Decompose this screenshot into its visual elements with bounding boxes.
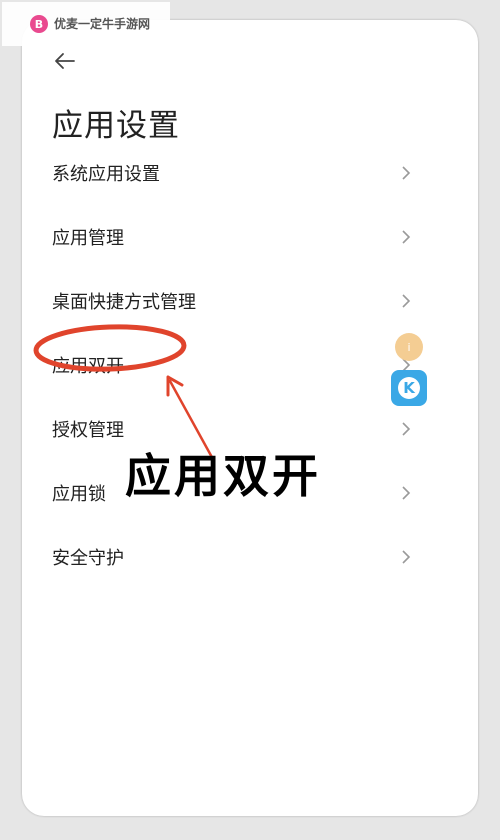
menu-item-security-guard[interactable]: 安全守护 — [52, 537, 412, 577]
screenshot: B 优麦一定牛手游网 应用设置 系统应用设置 应用管理 桌面快捷方式管理 应用双… — [0, 0, 500, 840]
chevron-right-icon — [402, 422, 411, 436]
menu-item-label: 应用锁 — [52, 484, 106, 505]
floating-k-app-icon[interactable]: K — [391, 370, 427, 406]
chevron-right-icon — [402, 550, 411, 564]
menu-item-app-management[interactable]: 应用管理 — [52, 217, 412, 257]
watermark-text: 优麦一定牛手游网 — [54, 17, 151, 31]
floating-assistant-glyph: i — [407, 340, 411, 354]
floating-k-app-glyph: K — [398, 377, 420, 399]
menu-item-label: 应用管理 — [52, 228, 124, 249]
menu-item-desktop-shortcut-management[interactable]: 桌面快捷方式管理 — [52, 281, 412, 321]
chevron-right-icon — [402, 230, 411, 244]
watermark: B 优麦一定牛手游网 — [2, 2, 170, 46]
menu-item-label: 桌面快捷方式管理 — [52, 292, 196, 313]
chevron-right-icon — [402, 166, 411, 180]
chevron-right-icon — [402, 486, 411, 500]
annotation-circle — [33, 324, 187, 372]
back-arrow-icon[interactable] — [54, 50, 76, 72]
settings-screen: 应用设置 系统应用设置 应用管理 桌面快捷方式管理 应用双开 授权管理 应用锁 … — [22, 20, 478, 816]
menu-item-label: 授权管理 — [52, 420, 124, 441]
floating-assistant-icon[interactable]: i — [395, 333, 423, 361]
menu-item-label: 安全守护 — [52, 548, 124, 569]
menu-item-label: 系统应用设置 — [52, 164, 160, 185]
chevron-right-icon — [402, 294, 411, 308]
annotation-caption: 应用双开 — [125, 449, 321, 503]
watermark-logo-icon: B — [30, 15, 48, 33]
page-title: 应用设置 — [52, 108, 180, 144]
menu-item-system-app-settings[interactable]: 系统应用设置 — [52, 153, 412, 193]
